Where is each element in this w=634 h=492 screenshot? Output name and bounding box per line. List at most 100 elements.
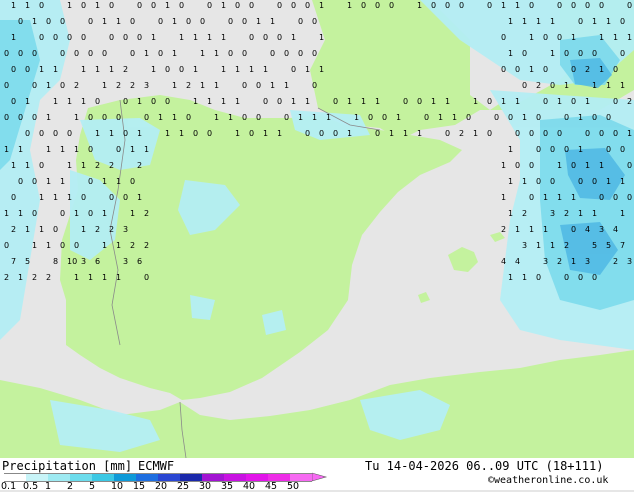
colorbar-tick-label: 10 xyxy=(111,481,124,492)
precip-value: 0 xyxy=(564,49,569,58)
precip-value: 0 xyxy=(613,65,618,74)
precip-value: 0 xyxy=(305,1,310,10)
precip-value: 0 xyxy=(263,33,268,42)
precip-value: 1 xyxy=(11,1,16,10)
precip-value: 1 xyxy=(53,193,58,202)
precip-value: 1 xyxy=(25,1,30,10)
precip-value: 1 xyxy=(116,241,121,250)
precip-value: 1 xyxy=(158,113,163,122)
precip-value: 0 xyxy=(578,49,583,58)
precip-value: 1 xyxy=(543,225,548,234)
precip-value: 0 xyxy=(333,97,338,106)
precip-value: 0 xyxy=(515,65,520,74)
precip-value: 0 xyxy=(144,113,149,122)
precip-value: 2 xyxy=(32,273,37,282)
precip-value: 0 xyxy=(550,177,555,186)
precip-value: 0 xyxy=(130,49,135,58)
precip-value: 1 xyxy=(277,129,282,138)
precip-value: 0 xyxy=(158,49,163,58)
precip-value: 1 xyxy=(550,17,555,26)
precip-value: 1 xyxy=(102,177,107,186)
precip-value: 0 xyxy=(4,113,9,122)
precip-value: 1 xyxy=(144,49,149,58)
precip-value: 0 xyxy=(109,193,114,202)
precip-value: 1 xyxy=(522,177,527,186)
precip-value: 1 xyxy=(214,49,219,58)
precip-value: 0 xyxy=(151,97,156,106)
precip-value: 0 xyxy=(53,129,58,138)
precip-value: 1 xyxy=(256,17,261,26)
precip-value: 0 xyxy=(11,97,16,106)
precip-value: 1 xyxy=(193,65,198,74)
precip-value: 0 xyxy=(249,1,254,10)
precip-value: 1 xyxy=(354,113,359,122)
precip-value: 0 xyxy=(291,65,296,74)
precip-value: 0 xyxy=(123,33,128,42)
colorbar-tick-label: 20 xyxy=(155,481,168,492)
precip-value: 1 xyxy=(606,177,611,186)
precip-value: 0 xyxy=(256,81,261,90)
precip-value: 0 xyxy=(186,113,191,122)
precip-value: 1 xyxy=(39,193,44,202)
precip-value: 1 xyxy=(627,129,632,138)
precip-value: 0 xyxy=(18,17,23,26)
precip-value: 6 xyxy=(95,257,100,266)
product-label: Precipitation [mm] xyxy=(2,459,133,473)
precip-value: 1 xyxy=(627,33,632,42)
precip-value: 1 xyxy=(32,17,37,26)
colorbar-tick-label: 0.1 xyxy=(1,481,17,492)
precip-value: 1 xyxy=(207,97,212,106)
precip-value: 1 xyxy=(172,17,177,26)
precip-value: 0 xyxy=(263,97,268,106)
precip-value: 0 xyxy=(60,17,65,26)
precip-value: 1 xyxy=(319,33,324,42)
precip-value: 0 xyxy=(298,17,303,26)
precip-value: 0 xyxy=(123,97,128,106)
precip-value: 0 xyxy=(627,1,632,10)
precip-value: 1 xyxy=(102,241,107,250)
precip-value: 0 xyxy=(529,193,534,202)
precip-value: 3 xyxy=(522,241,527,250)
precip-value: 1 xyxy=(501,161,506,170)
precip-value: 0 xyxy=(424,113,429,122)
precip-value: 1 xyxy=(375,97,380,106)
precip-value: 0 xyxy=(361,1,366,10)
precip-value: 0 xyxy=(557,1,562,10)
precip-value: 0 xyxy=(529,161,534,170)
colorbar-tick-label: 1 xyxy=(45,481,52,492)
colorbar-tick-label: 15 xyxy=(133,481,146,492)
precip-value: 1 xyxy=(501,193,506,202)
precip-value: 0 xyxy=(116,113,121,122)
precip-value: 1 xyxy=(235,65,240,74)
precip-value: 1 xyxy=(11,33,16,42)
precip-value: 0 xyxy=(522,81,527,90)
precip-value: 1 xyxy=(291,97,296,106)
precip-value: 1 xyxy=(445,97,450,106)
precip-value: 0 xyxy=(571,97,576,106)
precip-value: 0 xyxy=(501,33,506,42)
precip-value: 1 xyxy=(522,113,527,122)
precip-value: 1 xyxy=(193,33,198,42)
precip-value: 1 xyxy=(74,209,79,218)
precip-value: 1 xyxy=(179,33,184,42)
precip-value: 1 xyxy=(543,193,548,202)
precip-value: 0 xyxy=(32,177,37,186)
precip-value: 0 xyxy=(529,129,534,138)
precip-value: 2 xyxy=(186,81,191,90)
precip-value: 0 xyxy=(459,1,464,10)
precip-value: 0 xyxy=(375,129,380,138)
precip-value: 0 xyxy=(18,113,23,122)
precip-value: 0 xyxy=(60,81,65,90)
precip-value: 1 xyxy=(25,225,30,234)
precip-value: 1 xyxy=(46,241,51,250)
precip-value: 1 xyxy=(529,225,534,234)
precip-value: 0 xyxy=(585,129,590,138)
precip-value: 1 xyxy=(67,97,72,106)
precip-value: 0 xyxy=(179,1,184,10)
precip-value: 0 xyxy=(32,113,37,122)
precip-value: 1 xyxy=(592,209,597,218)
precip-value: 0 xyxy=(32,49,37,58)
precip-value: 0 xyxy=(228,49,233,58)
precip-value: 0 xyxy=(11,193,16,202)
precip-value: 0 xyxy=(242,81,247,90)
